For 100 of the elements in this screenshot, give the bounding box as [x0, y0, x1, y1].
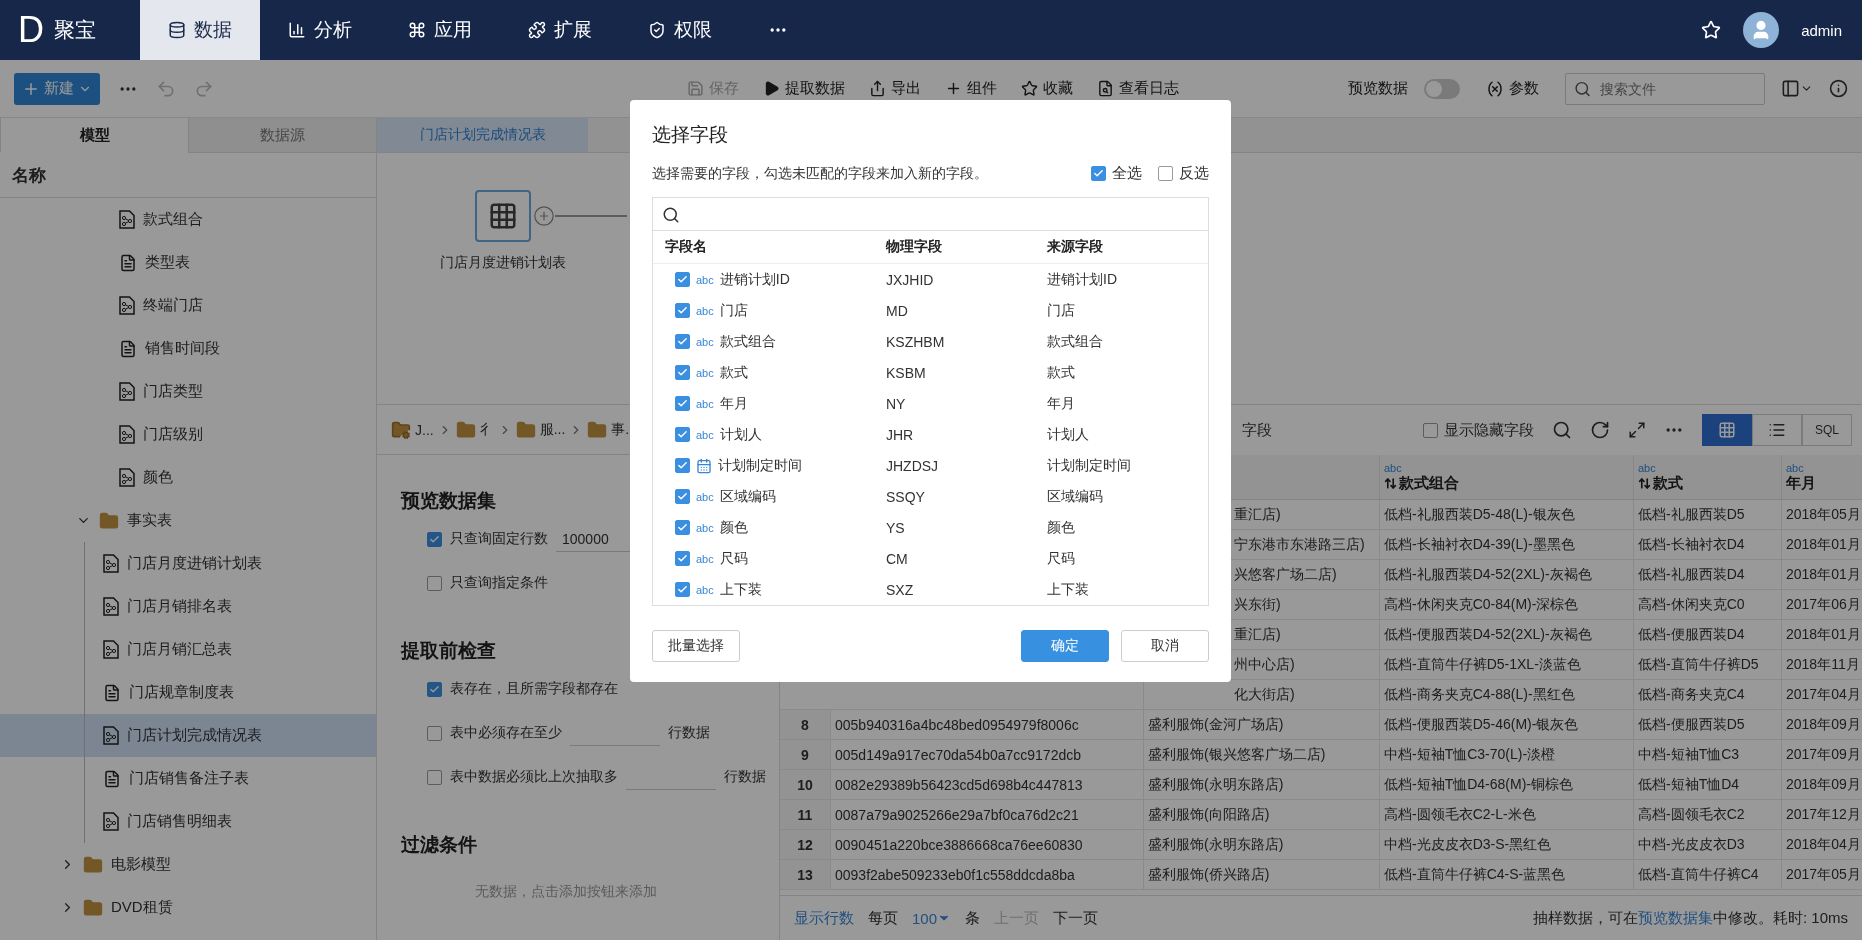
checkbox[interactable]	[675, 334, 690, 349]
breadcrumb-item[interactable]: 服...	[539, 420, 566, 439]
checkbox[interactable]	[427, 681, 442, 697]
column-header: 物理字段	[886, 238, 943, 256]
toolbar-action[interactable]: 导出	[859, 79, 931, 98]
node-document-icon	[119, 382, 135, 401]
toolbar-action[interactable]: 收藏	[1011, 79, 1083, 98]
tree-folder[interactable]: 事实表	[0, 499, 376, 542]
checkbox[interactable]	[675, 551, 690, 566]
new-button[interactable]: 新建	[14, 72, 100, 105]
refresh-icon[interactable]	[1590, 420, 1610, 440]
type-label: abc	[696, 490, 714, 503]
tree-item[interactable]: 类型表	[0, 241, 376, 284]
tree-item[interactable]: 门店类型	[0, 370, 376, 413]
checkbox[interactable]	[675, 427, 690, 442]
table-cell: 低档-直筒牛仔裤C4-S-蓝黑色	[1379, 860, 1633, 889]
checkbox[interactable]	[1091, 166, 1106, 181]
checkbox[interactable]	[675, 582, 690, 597]
option-label: 只查询指定条件	[450, 574, 548, 592]
table-node[interactable]	[475, 190, 531, 242]
breadcrumb-item[interactable]: J...	[415, 421, 434, 438]
table-cell: 低档-礼服西装D4-52(2XL)-灰褐色	[1379, 560, 1633, 589]
view-toggle[interactable]	[1702, 414, 1752, 446]
nav-tab-label: 数据	[194, 18, 232, 42]
expand-icon[interactable]	[1628, 421, 1646, 439]
checkbox[interactable]	[675, 303, 690, 318]
tree-item[interactable]: 门店销售备注子表	[0, 757, 376, 800]
tree-item[interactable]: 门店月度进销计划表	[0, 542, 376, 585]
checkbox[interactable]	[675, 489, 690, 504]
tree-item[interactable]: 门店月销排名表	[0, 585, 376, 628]
checkbox[interactable]	[427, 575, 442, 591]
checkbox[interactable]	[427, 531, 442, 547]
info-icon[interactable]	[1829, 79, 1848, 98]
checkbox[interactable]	[675, 520, 690, 535]
next-page-button[interactable]: 下一页	[1053, 908, 1099, 928]
type-label: abc	[696, 428, 714, 441]
checkbox[interactable]	[675, 365, 690, 380]
search-field[interactable]: 搜索文件	[1565, 72, 1765, 105]
tree-item[interactable]: 颜色	[0, 456, 376, 499]
physical-field: KSBM	[886, 364, 1047, 381]
nav-tab[interactable]: 分析	[260, 0, 380, 60]
search-icon[interactable]	[1552, 420, 1572, 440]
add-node-icon[interactable]	[533, 205, 555, 227]
view-toggle[interactable]: SQL	[1802, 414, 1852, 446]
cancel-button[interactable]: 取消	[1121, 630, 1209, 662]
toolbar-action[interactable]: 提取数据	[753, 79, 855, 98]
column-header[interactable]: 款式组合	[1384, 473, 1633, 493]
breadcrumb-item[interactable]: 彳	[479, 420, 494, 439]
confirm-button[interactable]: 确定	[1021, 630, 1109, 662]
star-icon[interactable]	[1701, 20, 1722, 40]
params-button[interactable]: 参数	[1476, 79, 1549, 98]
nav-tab[interactable]: 数据	[140, 0, 260, 60]
column-header[interactable]: 款式	[1638, 473, 1781, 493]
tree-folder[interactable]: DVD租赁	[0, 886, 376, 929]
tree-item[interactable]: 门店月销汇总表	[0, 628, 376, 671]
tree-item[interactable]: 门店规章制度表	[0, 671, 376, 714]
tree-folder[interactable]: 电影模型	[0, 843, 376, 886]
document-icon	[119, 339, 137, 358]
field-name: 款式	[719, 363, 748, 382]
type-label: abc	[1384, 461, 1403, 474]
checkbox[interactable]	[427, 725, 442, 741]
shield-icon	[648, 21, 666, 39]
column-header: 来源字段	[1047, 238, 1104, 256]
tree-item[interactable]: 款式组合	[0, 198, 376, 241]
column-header[interactable]: 年月	[1786, 473, 1862, 493]
avatar[interactable]	[1743, 12, 1780, 48]
checkbox[interactable]	[427, 769, 442, 785]
input-field[interactable]: 100000	[556, 526, 646, 552]
tree-item[interactable]: 门店级别	[0, 413, 376, 456]
nav-tab[interactable]: 权限	[620, 0, 740, 60]
type-label: abc	[1638, 461, 1657, 474]
toolbar-action[interactable]: 查看日志	[1087, 79, 1189, 98]
variable-icon	[1486, 79, 1504, 98]
table-cell: 005b940316a4bc48bed0954979f8006c	[830, 710, 1143, 739]
checkbox[interactable]	[675, 272, 690, 287]
folder-icon	[587, 419, 608, 440]
panel-icon[interactable]	[1781, 79, 1800, 98]
table-cell: 005d149a917ec70da54b0a7cc9172dcb	[830, 740, 1143, 769]
checkbox[interactable]	[1158, 166, 1173, 181]
checkbox[interactable]	[675, 396, 690, 411]
toolbar-action[interactable]: 组件	[935, 79, 1007, 98]
tree-item[interactable]: 销售时间段	[0, 327, 376, 370]
batch-select-button[interactable]: 批量选择	[652, 630, 740, 662]
nav-tab-label: 扩展	[554, 18, 592, 42]
tree-item-label: 门店级别	[143, 425, 203, 444]
preview-toggle[interactable]	[1424, 78, 1460, 99]
table-cell: 低档-短袖T恤D4-68(M)-铜棕色	[1379, 770, 1633, 799]
checkbox[interactable]	[1423, 422, 1438, 438]
nav-tab[interactable]: 应用	[380, 0, 500, 60]
table-cell: 低档-长袖衬衣D4	[1633, 530, 1781, 559]
sort-icon	[1384, 476, 1397, 490]
table-cell: 2018年11月	[1781, 650, 1862, 679]
tree-item[interactable]: 终端门店	[0, 284, 376, 327]
physical-field: MD	[886, 302, 1047, 319]
tree-item[interactable]: 门店计划完成情况表	[0, 714, 376, 757]
tree-item[interactable]: 门店销售明细表	[0, 800, 376, 843]
breadcrumb-item[interactable]: 事.	[611, 420, 630, 439]
nav-tab[interactable]: 扩展	[500, 0, 620, 60]
check-icon	[677, 553, 688, 564]
checkbox[interactable]	[675, 458, 690, 473]
